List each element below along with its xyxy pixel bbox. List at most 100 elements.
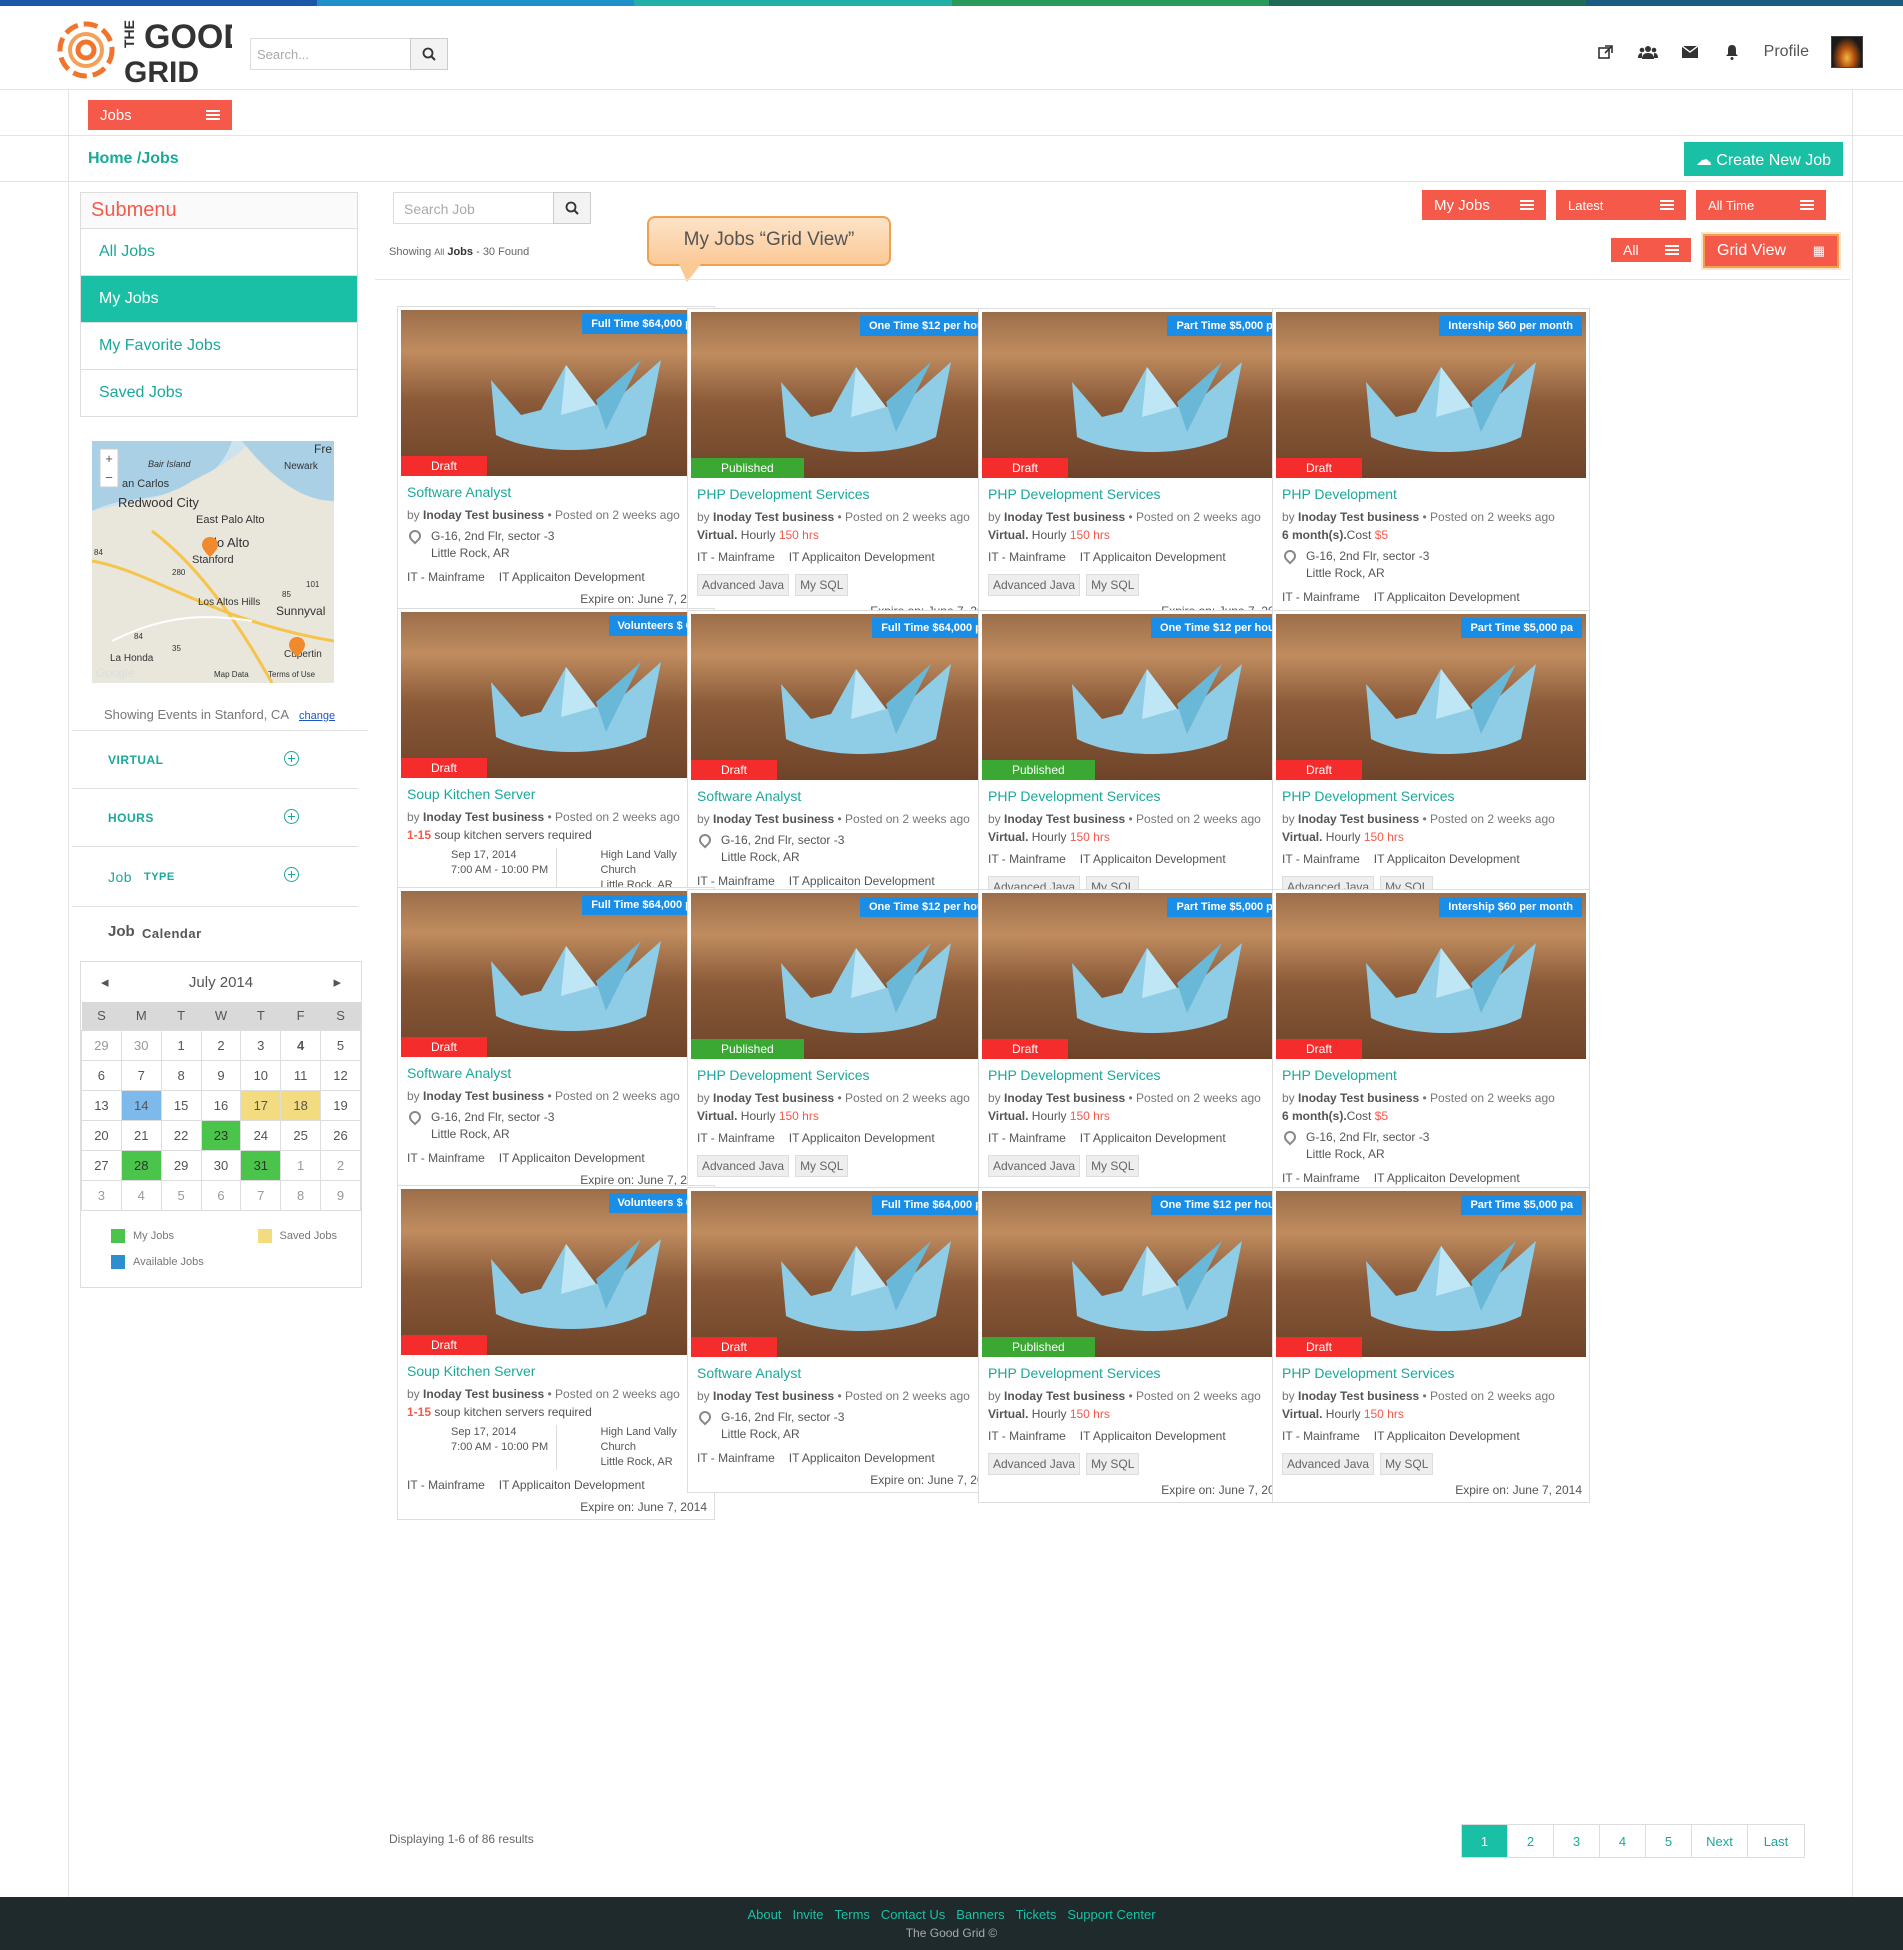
calendar-day[interactable]: 5 <box>160 1179 202 1211</box>
job-title[interactable]: Software Analyst <box>697 1365 995 1381</box>
company-name[interactable]: Inoday Test business <box>713 812 834 826</box>
company-name[interactable]: Inoday Test business <box>423 810 544 824</box>
tag[interactable]: IT Applicaiton Development <box>1374 1171 1520 1185</box>
job-search-button[interactable] <box>553 192 591 224</box>
company-name[interactable]: Inoday Test business <box>713 1389 834 1403</box>
calendar-prev-button[interactable]: ◂ <box>101 973 109 991</box>
job-title[interactable]: PHP Development Services <box>1282 1365 1580 1381</box>
plus-circle-icon[interactable] <box>284 751 299 766</box>
calendar-day[interactable]: 2 <box>200 1029 242 1061</box>
filter-virtual[interactable]: VIRTUAL <box>72 731 358 789</box>
footer-link-banners[interactable]: Banners <box>956 1907 1004 1922</box>
tag[interactable]: IT - Mainframe <box>1282 1429 1360 1443</box>
job-title[interactable]: Software Analyst <box>407 1065 705 1081</box>
calendar-day[interactable]: 23 <box>200 1119 242 1151</box>
calendar-day[interactable]: 3 <box>240 1029 282 1061</box>
footer-link-contact[interactable]: Contact Us <box>881 1907 945 1922</box>
tag[interactable]: IT - Mainframe <box>697 1131 775 1145</box>
job-title[interactable]: PHP Development Services <box>1282 788 1580 804</box>
company-name[interactable]: Inoday Test business <box>1298 812 1419 826</box>
job-title[interactable]: PHP Development Services <box>988 1365 1286 1381</box>
map-data-link[interactable]: Map Data <box>214 670 249 679</box>
job-card[interactable]: Part Time $5,000 pa Draft PHP Development … <box>978 308 1296 624</box>
calendar-day[interactable]: 9 <box>320 1179 361 1211</box>
last-page-button[interactable]: Last <box>1748 1825 1804 1857</box>
tag[interactable]: IT Applicaiton Development <box>1080 1429 1226 1443</box>
calendar-day[interactable]: 5 <box>320 1029 361 1061</box>
calendar-next-button[interactable]: ▸ <box>333 973 341 991</box>
job-title[interactable]: Soup Kitchen Server <box>407 786 705 802</box>
job-card[interactable]: Intership $60 per month Draft PHP Developm… <box>1272 889 1590 1213</box>
calendar-day[interactable]: 29 <box>160 1149 202 1181</box>
tag[interactable]: IT Applicaiton Development <box>1374 590 1520 604</box>
tag[interactable]: IT - Mainframe <box>697 550 775 564</box>
company-name[interactable]: Inoday Test business <box>1004 510 1125 524</box>
tag[interactable]: IT Applicaiton Development <box>789 1131 935 1145</box>
tag[interactable]: IT - Mainframe <box>988 1429 1066 1443</box>
skill-chip[interactable]: Advanced Java <box>697 574 790 596</box>
job-card-image[interactable]: Part Time $5,000 pa Draft <box>1276 1191 1586 1357</box>
calendar-day[interactable]: 3 <box>81 1179 122 1211</box>
job-card-image[interactable]: Full Time $64,000 pa Draft <box>401 891 711 1057</box>
skill-chip[interactable]: Advanced Java <box>1282 1453 1375 1475</box>
header-search-input[interactable]: Search... <box>250 38 410 70</box>
job-card[interactable]: One Time $12 per hour Published PHP Develo… <box>978 610 1296 926</box>
header-search-button[interactable] <box>410 38 448 70</box>
users-icon[interactable] <box>1637 42 1658 62</box>
job-card-image[interactable]: One Time $12 per hour Published <box>691 893 1001 1059</box>
map-widget[interactable]: + − Bair Island an Carlos Redwood City E… <box>92 441 334 683</box>
calendar-day[interactable]: 28 <box>120 1149 162 1181</box>
job-card-image[interactable]: Part Time $5,000 pa Draft <box>1276 614 1586 780</box>
skill-chip[interactable]: Advanced Java <box>697 1155 790 1177</box>
calendar-day[interactable]: 11 <box>280 1059 322 1091</box>
footer-link-support[interactable]: Support Center <box>1067 1907 1155 1922</box>
avatar[interactable] <box>1831 36 1863 68</box>
jobs-menu-button[interactable]: Jobs <box>88 100 232 130</box>
next-page-button[interactable]: Next <box>1692 1825 1748 1857</box>
tag[interactable]: IT Applicaiton Development <box>499 1151 645 1165</box>
job-title[interactable]: PHP Development Services <box>988 486 1286 502</box>
company-name[interactable]: Inoday Test business <box>423 1089 544 1103</box>
company-name[interactable]: Inoday Test business <box>713 510 834 524</box>
job-title[interactable]: Software Analyst <box>697 788 995 804</box>
filter-job-type[interactable]: Job TYPE <box>72 847 358 907</box>
tag[interactable]: IT - Mainframe <box>1282 852 1360 866</box>
all-filter-dropdown[interactable]: All <box>1611 238 1691 262</box>
page-2-button[interactable]: 2 <box>1508 1825 1554 1857</box>
tag[interactable]: IT Applicaiton Development <box>1374 852 1520 866</box>
job-title[interactable]: PHP Development <box>1282 486 1580 502</box>
tag[interactable]: IT Applicaiton Development <box>789 550 935 564</box>
calendar-day[interactable]: 6 <box>81 1059 122 1091</box>
page-3-button[interactable]: 3 <box>1554 1825 1600 1857</box>
job-card-image[interactable]: Intership $60 per month Draft <box>1276 312 1586 478</box>
plus-circle-icon[interactable] <box>284 809 299 824</box>
calendar-day[interactable]: 4 <box>120 1179 162 1211</box>
submenu-item-my-favorite-jobs[interactable]: My Favorite Jobs <box>81 323 357 370</box>
tag[interactable]: IT Applicaiton Development <box>1080 550 1226 564</box>
job-card[interactable]: One Time $12 per hour Published PHP Develo… <box>687 308 1005 624</box>
tag[interactable]: IT - Mainframe <box>697 1451 775 1465</box>
calendar-day[interactable]: 9 <box>200 1059 242 1091</box>
calendar-day[interactable]: 27 <box>81 1149 122 1181</box>
plus-circle-icon[interactable] <box>284 867 299 882</box>
page-4-button[interactable]: 4 <box>1600 1825 1646 1857</box>
job-title[interactable]: PHP Development Services <box>988 788 1286 804</box>
job-card-image[interactable]: Volunteers $ 60 Draft <box>401 612 711 778</box>
job-card-image[interactable]: Full Time $64,000 pa Draft <box>691 614 1001 780</box>
calendar-day[interactable]: 7 <box>120 1059 162 1091</box>
calendar-day[interactable]: 14 <box>120 1089 162 1121</box>
my-jobs-dropdown[interactable]: My Jobs <box>1422 190 1546 220</box>
footer-link-about[interactable]: About <box>747 1907 781 1922</box>
calendar-day[interactable]: 24 <box>240 1119 282 1151</box>
calendar-day[interactable]: 25 <box>280 1119 322 1151</box>
job-card[interactable]: Intership $60 per month Draft PHP Developm… <box>1272 308 1590 632</box>
skill-chip[interactable]: Advanced Java <box>988 1453 1081 1475</box>
page-1-button[interactable]: 1 <box>1462 1825 1508 1857</box>
skill-chip[interactable]: My SQL <box>795 574 849 596</box>
job-card-image[interactable]: One Time $12 per hour Published <box>982 614 1292 780</box>
submenu-item-saved-jobs[interactable]: Saved Jobs <box>81 370 357 416</box>
grid-view-button[interactable]: Grid View ▦ <box>1701 232 1841 270</box>
company-name[interactable]: Inoday Test business <box>1298 510 1419 524</box>
job-card-image[interactable]: One Time $12 per hour Published <box>691 312 1001 478</box>
submenu-item-my-jobs[interactable]: My Jobs <box>81 276 357 323</box>
